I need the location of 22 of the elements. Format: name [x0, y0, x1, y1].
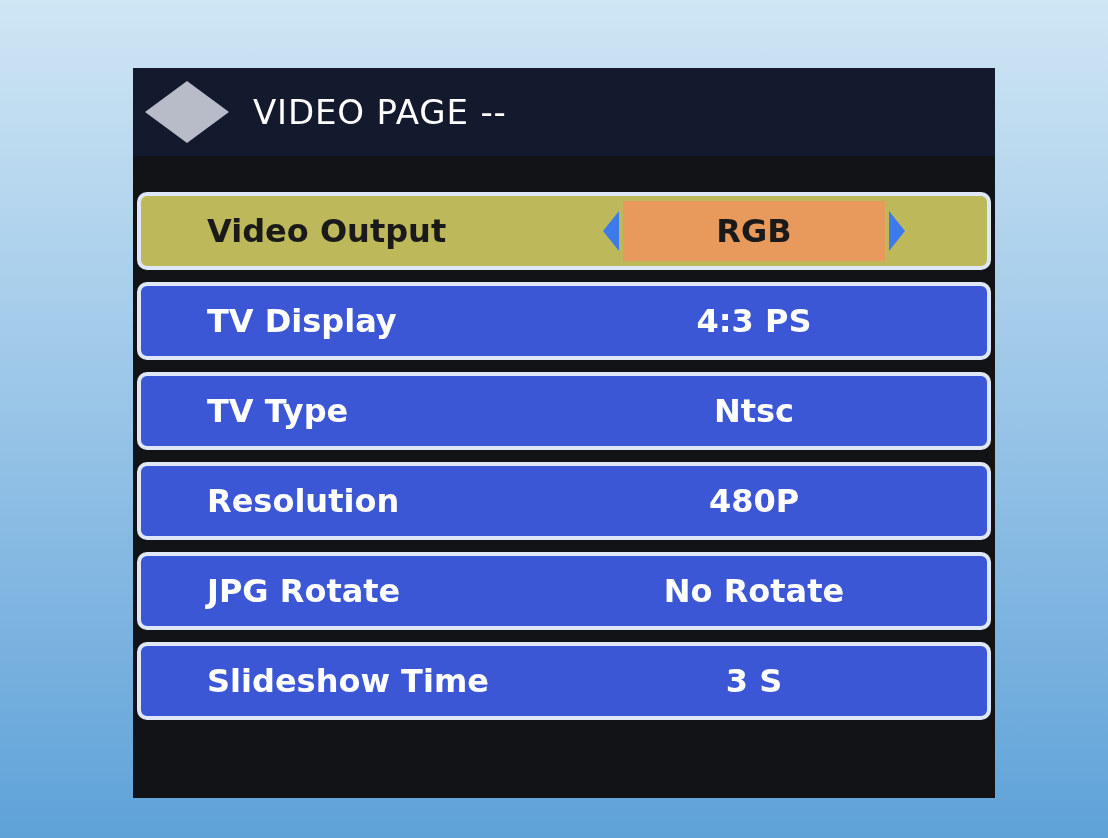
- setting-value: 4:3 PS: [696, 301, 812, 342]
- diamond-icon: [145, 81, 229, 143]
- setting-label: JPG Rotate: [207, 571, 402, 612]
- menu-row[interactable]: TV Display 4:3 PS: [137, 282, 991, 360]
- setting-label: Video Output: [207, 211, 448, 252]
- right-arrow-icon[interactable]: [889, 211, 905, 251]
- setting-value: RGB: [623, 201, 885, 261]
- left-arrow-icon[interactable]: [603, 211, 619, 251]
- setting-value: No Rotate: [663, 571, 845, 612]
- page-title: VIDEO PAGE --: [253, 90, 507, 134]
- menu-row[interactable]: Resolution 480P: [137, 462, 991, 540]
- menu-row[interactable]: Video Output RGB: [137, 192, 991, 270]
- setting-label: TV Display: [207, 301, 398, 342]
- setting-label: TV Type: [207, 391, 350, 432]
- setting-label: Slideshow Time: [207, 661, 490, 702]
- menu-row[interactable]: Slideshow Time 3 S: [137, 642, 991, 720]
- setting-label: Resolution: [207, 481, 401, 522]
- setting-value: 3 S: [725, 661, 783, 702]
- setting-value: Ntsc: [713, 391, 795, 432]
- menu-row[interactable]: TV Type Ntsc: [137, 372, 991, 450]
- setting-value: 480P: [708, 481, 800, 522]
- menu-row[interactable]: JPG Rotate No Rotate: [137, 552, 991, 630]
